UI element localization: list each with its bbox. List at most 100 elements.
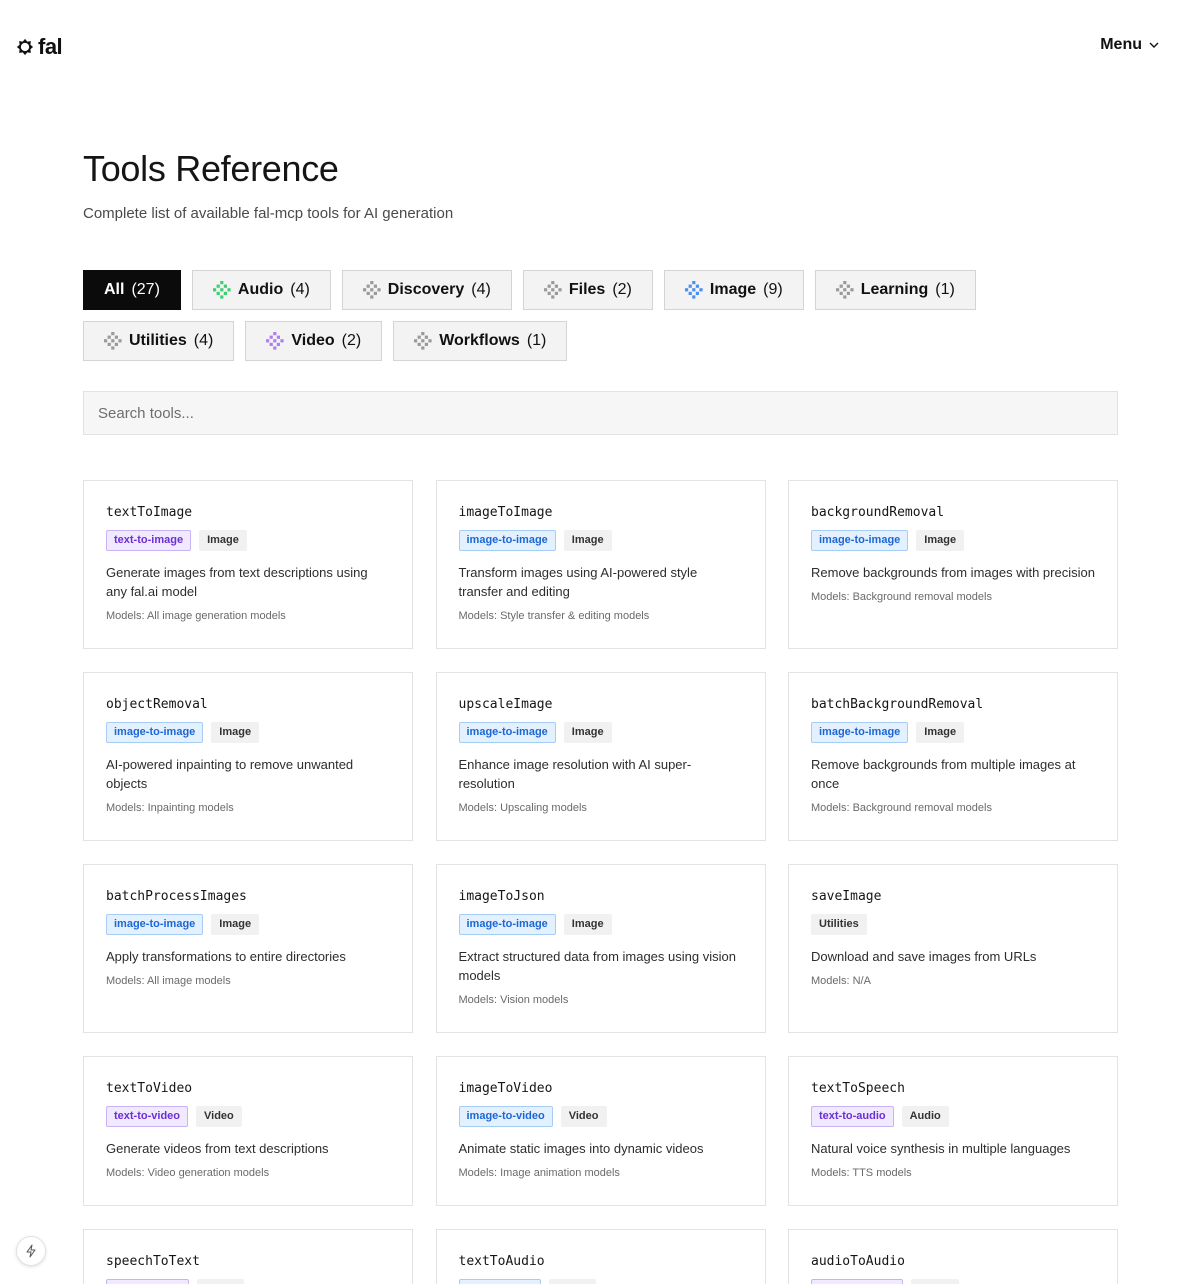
pixel-diamond-icon [362, 281, 381, 299]
tool-card-batchBackgroundRemoval[interactable]: batchBackgroundRemoval image-to-image Imag… [788, 672, 1118, 841]
tool-tags: text-to-video Video [106, 1106, 390, 1127]
tools-grid: textToImage text-to-image Image Generate im… [83, 480, 1118, 1284]
tool-name: batchProcessImages [106, 889, 247, 904]
tool-models: Models: Vision models [458, 994, 569, 1006]
filter-label: Audio [237, 281, 284, 298]
tool-description: Generate videos from text descriptions [106, 1141, 329, 1156]
pixel-diamond-icon [104, 332, 122, 350]
tool-tag: text-to-video [106, 1106, 188, 1127]
search-box [83, 391, 1118, 435]
tool-tag: Video [560, 1106, 607, 1127]
filter-chip-image[interactable]: Image (9) [663, 270, 804, 310]
filter-chip-learning[interactable]: Learning (1) [814, 270, 976, 310]
tool-tag: image-to-image [811, 722, 909, 743]
tool-tag: image-to-image [811, 530, 909, 551]
filter-label: Workflows [439, 332, 520, 349]
tool-tags: text-to-audio Audio [811, 1106, 1095, 1127]
menu-button[interactable]: Menu [1100, 36, 1160, 54]
tool-card-audioToAudio[interactable]: audioToAudio audio-to-audio Audio [788, 1229, 1118, 1284]
search-input[interactable] [84, 392, 1117, 434]
tool-name: backgroundRemoval [811, 505, 945, 520]
tool-tags: image-to-image Image [811, 722, 1095, 743]
lightning-button[interactable] [16, 1236, 46, 1266]
tool-tag: text-to-audio [458, 1279, 542, 1284]
pixel-diamond-icon [414, 332, 432, 350]
tool-tag: Image [916, 722, 965, 743]
filter-chip-video[interactable]: Video (2) [245, 321, 383, 361]
pixel-diamond-icon [835, 281, 854, 299]
tool-tag: Image [563, 530, 612, 551]
tool-card-imageToImage[interactable]: imageToImage image-to-image Image Transform… [435, 480, 766, 649]
filter-count: (27) [131, 281, 160, 298]
tool-card-saveImage[interactable]: saveImage Utilities Download and save imag… [788, 864, 1118, 1033]
tool-tag: text-to-audio [811, 1106, 894, 1127]
tool-name: imageToImage [458, 505, 553, 520]
tool-tag: audio-to-text [106, 1279, 189, 1284]
tool-card-imageToJson[interactable]: imageToJson image-to-image Image Extract st… [435, 864, 766, 1033]
tool-tags: audio-to-audio Audio [811, 1279, 1095, 1284]
tool-description: AI-powered inpainting to remove unwanted… [106, 757, 354, 791]
tool-tag: Image [563, 722, 612, 743]
top-bar: fal Menu [0, 0, 1200, 94]
tool-name: textToSpeech [811, 1081, 905, 1096]
tool-description: Remove backgrounds from images with prec… [811, 565, 1095, 580]
fal-logo[interactable]: fal [16, 36, 63, 58]
tool-name: textToImage [106, 505, 193, 520]
tool-name: imageToVideo [458, 1081, 553, 1096]
tool-tag: image-to-image [458, 914, 556, 935]
tool-models: Models: Style transfer & editing models [458, 610, 650, 622]
filter-count: (4) [290, 281, 310, 298]
tool-tag: image-to-image [106, 722, 204, 743]
tool-tag: Audio [196, 1279, 244, 1284]
tool-tag: Image [211, 722, 260, 743]
category-filters: All (27) Audio (4) Discovery (4) Files (2) Image… [83, 270, 1123, 361]
tool-card-imageToVideo[interactable]: imageToVideo image-to-video Video Animate s… [435, 1056, 766, 1206]
tool-tags: audio-to-text Audio [106, 1279, 390, 1284]
filter-chip-workflows[interactable]: Workflows (1) [393, 321, 568, 361]
tool-tags: Utilities [811, 914, 1095, 935]
tool-tag: audio-to-audio [811, 1279, 904, 1284]
filter-chip-utilities[interactable]: Utilities (4) [83, 321, 235, 361]
tool-card-textToAudio[interactable]: textToAudio text-to-audio Audio [435, 1229, 766, 1284]
tool-card-textToImage[interactable]: textToImage text-to-image Image Generate im… [83, 480, 413, 649]
tool-card-backgroundRemoval[interactable]: backgroundRemoval image-to-image Image Remo… [788, 480, 1118, 649]
filter-label: Video [291, 332, 335, 349]
tool-card-textToSpeech[interactable]: textToSpeech text-to-audio Audio Natural vo… [788, 1056, 1118, 1206]
tool-models: Models: TTS models [811, 1167, 912, 1179]
tool-tags: image-to-image Image [811, 530, 1095, 551]
tool-models: Models: Inpainting models [106, 802, 234, 814]
tool-tag: text-to-image [106, 530, 192, 551]
tool-name: imageToJson [458, 889, 545, 904]
tool-name: upscaleImage [458, 697, 553, 712]
filter-chip-files[interactable]: Files (2) [522, 270, 653, 310]
tool-name: textToVideo [106, 1081, 193, 1096]
tool-description: Transform images using AI-powered style … [458, 565, 698, 599]
filter-count: (2) [612, 281, 632, 298]
tool-name: saveImage [811, 889, 882, 904]
tool-name: audioToAudio [811, 1254, 905, 1269]
tool-tag: Audio [911, 1279, 959, 1284]
tool-models: Models: Background removal models [811, 591, 992, 603]
tool-description: Enhance image resolution with AI super-r… [458, 757, 692, 791]
pixel-diamond-icon [543, 281, 562, 299]
tool-card-textToVideo[interactable]: textToVideo text-to-video Video Generate vi… [83, 1056, 413, 1206]
pixel-diamond-icon [266, 332, 284, 350]
tool-models: Models: All image models [106, 975, 231, 987]
tool-card-speechToText[interactable]: speechToText audio-to-text Audio [83, 1229, 413, 1284]
filter-chip-discovery[interactable]: Discovery (4) [341, 270, 512, 310]
tool-tag: image-to-video [458, 1106, 553, 1127]
tool-tag: image-to-image [106, 914, 204, 935]
tool-tag: Utilities [811, 914, 867, 935]
filter-chip-audio[interactable]: Audio (4) [191, 270, 331, 310]
tool-card-upscaleImage[interactable]: upscaleImage image-to-image Image Enhance i… [435, 672, 766, 841]
filter-label: Learning [860, 281, 929, 298]
tool-tag: Video [196, 1106, 242, 1127]
filter-label: Files [568, 281, 606, 298]
pixel-diamond-icon [212, 281, 231, 299]
filter-chip-all[interactable]: All (27) [83, 270, 181, 310]
tool-card-objectRemoval[interactable]: objectRemoval image-to-image Image AI-power… [83, 672, 413, 841]
tool-card-batchProcessImages[interactable]: batchProcessImages image-to-image Image App… [83, 864, 413, 1033]
pixel-diamond-icon [684, 281, 703, 299]
tool-models: Models: Background removal models [811, 802, 992, 814]
tool-description: Apply transformations to entire director… [106, 949, 346, 964]
